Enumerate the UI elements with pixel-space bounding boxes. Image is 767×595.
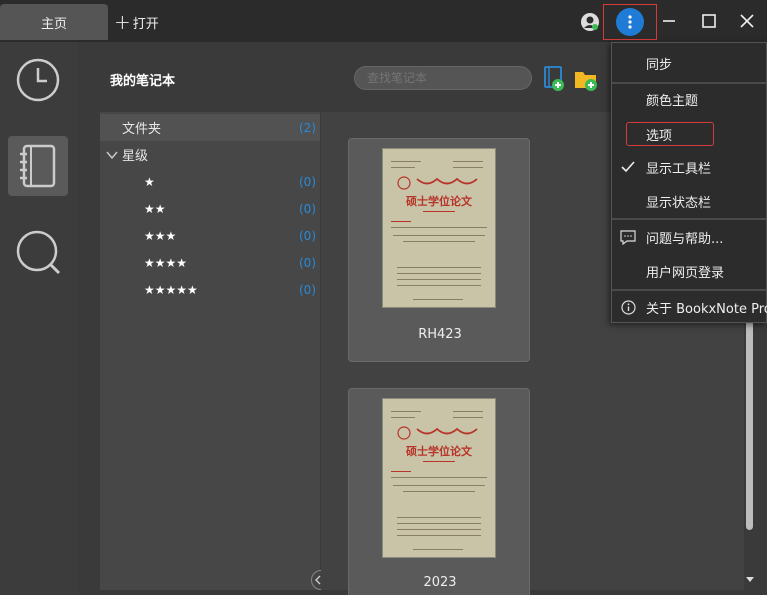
maximize-icon [702,14,716,28]
close-icon [740,14,754,28]
menu-button-highlight [603,4,657,40]
tab-home-label: 主页 [40,16,67,32]
category-tree: 文件夹 (2) 星级 ★ (0) ★★ (0) ★★★ (0) ★★★★ (0)… [100,112,320,590]
tree-folder-count: (2) [299,120,316,135]
page-title: 我的笔记本 [110,74,176,89]
menu-item-about[interactable]: 关于 BookxNote Pro [612,291,767,323]
menu-item-label: 显示工具栏 [646,161,712,177]
nav-recent[interactable] [8,50,68,110]
scroll-down-icon[interactable] [745,576,755,584]
notebook-card-label: RH423 [418,327,462,342]
nav-notebooks[interactable] [8,136,68,196]
notebook-cover-thumbnail: 硕士学位论文 [383,399,495,557]
university-seal-icon [397,176,478,190]
tree-folder-label: 文件夹 [122,122,162,137]
menu-item-label: 选项 [646,128,673,144]
minimize-button[interactable] [656,8,682,34]
more-vertical-icon [628,15,632,29]
tree-rating-row[interactable]: 星级 [100,141,320,168]
tab-home[interactable]: 主页 [0,4,108,40]
tree-folder-row[interactable]: 文件夹 (2) [100,114,320,141]
university-seal-icon [397,426,478,440]
rating-count: (0) [299,255,316,270]
menu-item-label: 用户网页登录 [646,265,725,281]
plus-icon: + [114,10,131,34]
maximize-button[interactable] [696,8,722,34]
notebook-cover-thumbnail: 硕士学位论文 [383,149,495,307]
tree-rating-1[interactable]: ★ (0) [100,168,320,195]
user-account-icon[interactable] [580,12,600,32]
rating-stars: ★★★ [144,228,177,243]
open-button-label: 打开 [132,16,159,32]
rating-count: (0) [299,282,316,297]
menu-item-label: 显示状态栏 [646,195,712,211]
menu-item-label: 颜色主题 [646,93,699,109]
menu-item-label: 问题与帮助... [646,231,724,247]
notebook-card[interactable]: 硕士学位论文 RH423 [348,138,530,362]
rating-stars: ★ [144,174,155,189]
title-bar: 主页 + 打开 [0,0,767,42]
thesis-title: 硕士学位论文 [406,195,472,208]
rating-count: (0) [299,174,316,189]
tree-rating-2[interactable]: ★★ (0) [100,195,320,222]
search-icon [16,230,61,275]
menu-item-options[interactable]: 选项 [612,118,767,150]
tree-rating-5[interactable]: ★★★★★ (0) [100,276,320,303]
rating-count: (0) [299,201,316,216]
rating-stars: ★★★★★ [144,282,198,297]
left-nav [0,42,78,595]
menu-item-label: 关于 BookxNote Pro [646,301,767,317]
tree-rating-4[interactable]: ★★★★ (0) [100,249,320,276]
more-menu-button[interactable] [616,8,644,36]
clock-icon [16,58,60,102]
more-menu-dropdown: 同步 颜色主题 选项 显示工具栏 显示状态栏 问题与帮助... 用户网页登录 关… [611,42,767,323]
checkmark-icon [620,159,636,175]
tree-rating-label: 星级 [122,149,149,164]
menu-item-sync[interactable]: 同步 [612,47,767,79]
thesis-title: 硕士学位论文 [406,445,472,458]
info-icon [620,299,636,315]
chevron-down-icon [106,151,118,159]
menu-item-help[interactable]: 问题与帮助... [612,221,767,253]
menu-item-show-toolbar[interactable]: 显示工具栏 [612,151,767,183]
menu-divider [612,218,767,220]
menu-item-web-login[interactable]: 用户网页登录 [612,255,767,287]
notebook-card-label: 2023 [423,575,457,590]
close-button[interactable] [734,8,760,34]
minimize-icon [663,20,675,22]
rating-stars: ★★★★ [144,255,188,270]
menu-item-color-theme[interactable]: 颜色主题 [612,83,767,115]
notebook-card[interactable]: 硕士学位论文 2023 [348,388,530,595]
new-notebook-icon[interactable] [542,66,566,92]
nav-search[interactable] [8,222,68,282]
tree-rating-3[interactable]: ★★★ (0) [100,222,320,249]
open-button[interactable]: + 打开 [114,10,159,34]
chat-bubble-icon [620,229,636,245]
rating-count: (0) [299,228,316,243]
notebook-icon [20,144,56,188]
rating-stars: ★★ [144,201,166,216]
menu-item-label: 同步 [646,57,673,73]
new-folder-icon[interactable] [574,66,598,92]
scrollbar-thumb[interactable] [746,320,753,530]
search-notebook-input[interactable] [354,66,532,90]
menu-item-show-statusbar[interactable]: 显示状态栏 [612,185,767,217]
